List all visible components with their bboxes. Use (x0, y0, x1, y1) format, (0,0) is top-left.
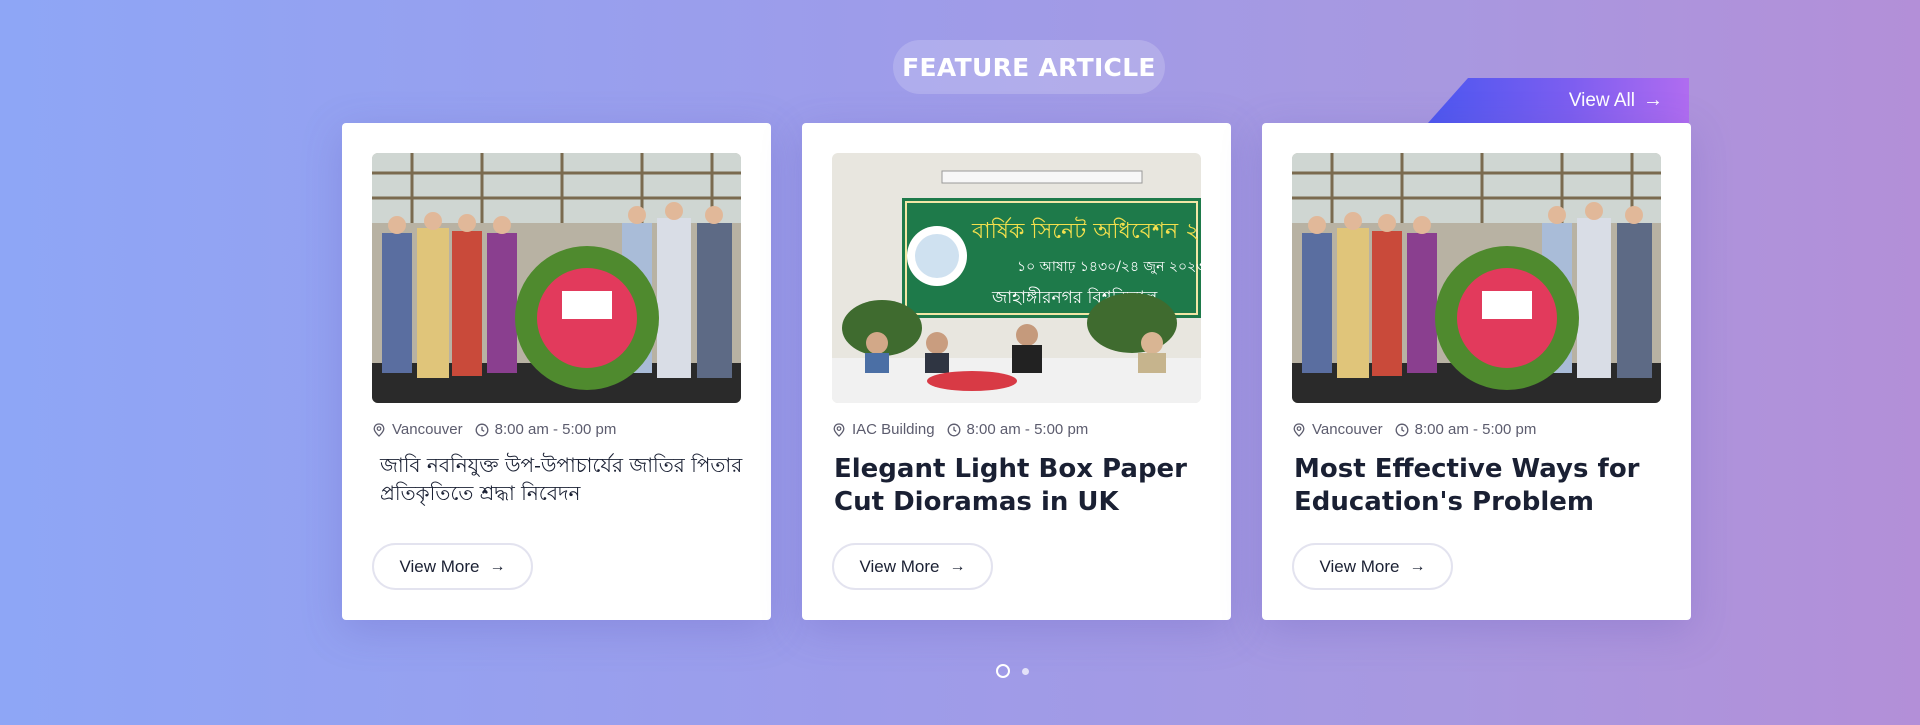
pagination-dot[interactable] (1022, 667, 1029, 675)
view-more-label: View More (399, 556, 480, 576)
view-all-button[interactable]: View All → (1428, 78, 1689, 123)
article-meta: Vancouver 8:00 am - 5:00 pm (372, 421, 628, 438)
view-more-button[interactable]: View More → (832, 543, 993, 590)
section-title: FEATURE ARTICLE (893, 40, 1165, 94)
article-image[interactable] (1292, 153, 1661, 403)
arrow-right-icon: → (949, 557, 966, 575)
article-title[interactable]: Most Effective Ways for Education's Prob… (1294, 453, 1664, 519)
article-image[interactable] (372, 153, 741, 403)
view-more-label: View More (859, 556, 940, 576)
clock-icon (947, 423, 960, 436)
article-image[interactable]: বার্ষিক সিনেট অধিবেশন ২০ ১০ আষাঢ় ১৪৩০/২… (832, 153, 1201, 403)
clock-icon (1395, 423, 1409, 436)
arrow-right-icon: → (489, 557, 506, 575)
article-meta: Vancouver 8:00 am - 5:00 pm (1292, 421, 1548, 438)
article-title[interactable]: Elegant Light Box Paper Cut Dioramas in … (834, 453, 1204, 519)
location-pin-icon (373, 422, 385, 437)
pagination-dot-active[interactable] (996, 664, 1010, 678)
carousel-pagination (996, 664, 1029, 678)
time-text: 8:00 am - 5:00 pm (494, 421, 617, 438)
banner-line-1: বার্ষিক সিনেট অধিবেশন ২০ (971, 217, 1201, 244)
view-more-button[interactable]: View More → (1292, 543, 1453, 590)
arrow-right-icon: → (1409, 557, 1426, 575)
view-more-label: View More (1319, 556, 1400, 576)
location-text: Vancouver (392, 421, 463, 438)
banner-line-2: ১০ আষাঢ় ১৪৩০/২৪ জুন ২০২৩ (1017, 259, 1201, 275)
article-card: Vancouver 8:00 am - 5:00 pm Most Effecti… (1262, 123, 1691, 620)
article-meta: IAC Building 8:00 am - 5:00 pm (832, 421, 1100, 438)
time-text: 8:00 am - 5:00 pm (966, 421, 1089, 438)
location-text: IAC Building (852, 421, 935, 438)
location-pin-icon (833, 422, 845, 437)
time-text: 8:00 am - 5:00 pm (1414, 421, 1537, 438)
clock-icon (475, 423, 489, 436)
article-card: বার্ষিক সিনেট অধিবেশন ২০ ১০ আষাঢ় ১৪৩০/২… (802, 123, 1231, 620)
location-pin-icon (1293, 422, 1305, 437)
arrow-right-icon: → (1643, 89, 1663, 111)
view-all-label: View All (1568, 89, 1635, 111)
article-title[interactable]: জাবি নবনিযুক্ত উপ-উপাচার্যের জাতির পিতার… (380, 451, 750, 507)
location-text: Vancouver (1312, 421, 1383, 438)
view-more-button[interactable]: View More → (372, 543, 533, 590)
article-card: Vancouver 8:00 am - 5:00 pm জাবি নবনিযুক… (342, 123, 771, 620)
